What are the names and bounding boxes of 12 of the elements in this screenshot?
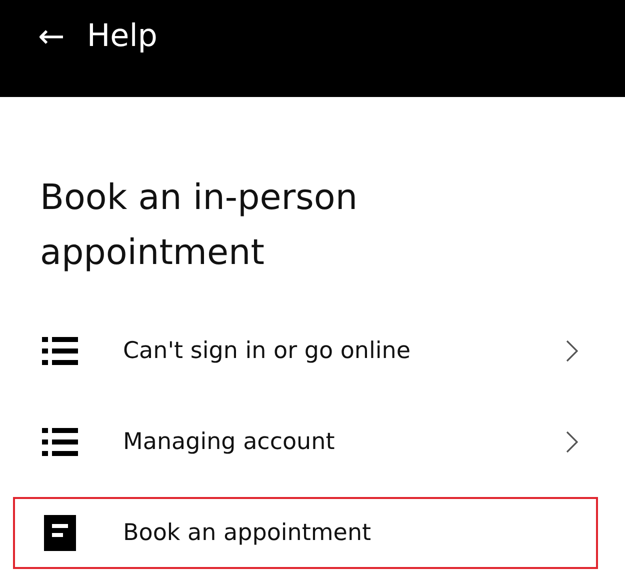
- menu-item[interactable]: Book an appointment: [13, 497, 598, 569]
- item-label: Managing account: [123, 429, 336, 455]
- list-icon: [42, 337, 78, 365]
- menu-item[interactable]: Can't sign in or go online: [13, 315, 598, 387]
- page-title: Help: [86, 18, 158, 54]
- document-icon: [44, 515, 76, 551]
- item-label: Book an appointment: [123, 520, 372, 546]
- list-icon: [42, 428, 78, 456]
- menu-item[interactable]: Managing account: [13, 406, 598, 478]
- item-label: Can't sign in or go online: [123, 338, 412, 364]
- back-button[interactable]: ←: [38, 20, 65, 52]
- section-heading: Book an in-person appointment: [40, 177, 358, 275]
